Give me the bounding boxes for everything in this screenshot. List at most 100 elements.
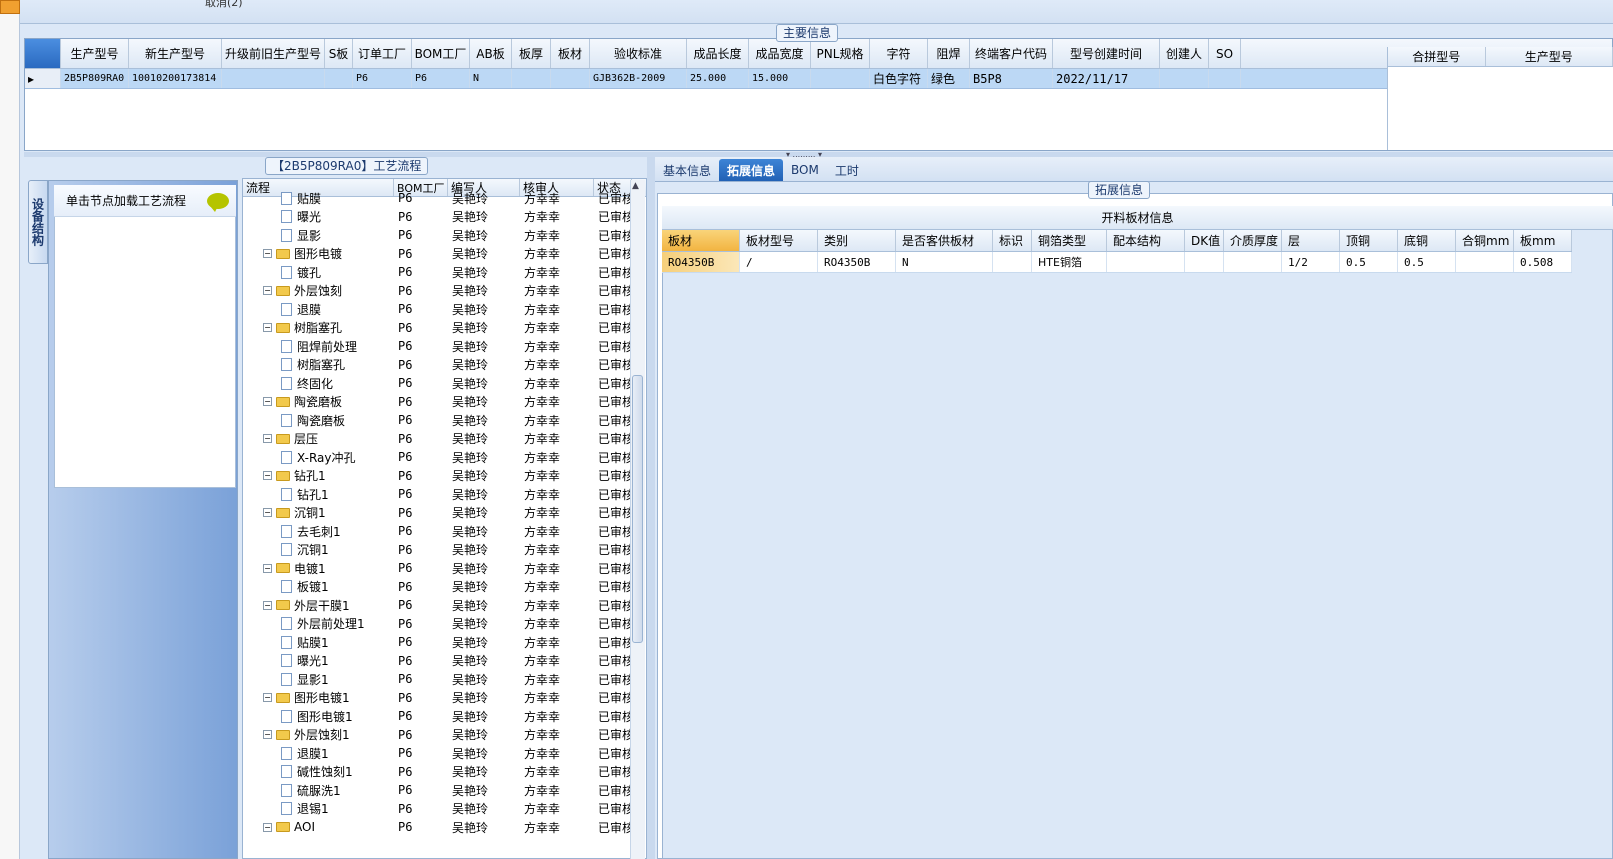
scroll-up-icon[interactable]: ▲	[632, 181, 639, 191]
main-col-header[interactable]: 新生产型号	[129, 39, 222, 68]
main-cell[interactable]: GJB362B-2009	[590, 69, 687, 88]
tree-node[interactable]: 硫脲洗1	[243, 781, 394, 800]
collapse-icon[interactable]: −	[263, 693, 272, 703]
tree-row[interactable]: 钻孔1 P6 吴艳玲 方幸幸 已审核	[243, 485, 646, 504]
tree-row[interactable]: 终固化 P6 吴艳玲 方幸幸 已审核	[243, 374, 646, 393]
cut-col-header[interactable]: 层	[1282, 230, 1340, 251]
tree-node[interactable]: X-Ray冲孔	[243, 448, 394, 467]
tree-node[interactable]: − 外层蚀刻1	[243, 726, 394, 745]
main-cell[interactable]: 2022/11/17	[1053, 69, 1160, 88]
cut-col-header[interactable]: 板材	[662, 230, 740, 251]
main-col-header[interactable]: 字符	[870, 39, 928, 68]
tree-row[interactable]: 沉铜1 P6 吴艳玲 方幸幸 已审核	[243, 541, 646, 560]
tab-2[interactable]: BOM	[783, 159, 827, 181]
cut-col-header[interactable]: 顶铜	[1340, 230, 1398, 251]
tree-node[interactable]: 图形电镀1	[243, 707, 394, 726]
tree-row[interactable]: − 陶瓷磨板 P6 吴艳玲 方幸幸 已审核	[243, 393, 646, 412]
main-grid-row[interactable]: ▸ 2B5P809RA0 10010200173814 P6 P6 N GJB362B-20…	[25, 69, 1612, 89]
tree-row[interactable]: 碱性蚀刻1 P6 吴艳玲 方幸幸 已审核	[243, 763, 646, 782]
cut-cell[interactable]: 0.5	[1340, 252, 1398, 272]
tree-row[interactable]: 镀孔 P6 吴艳玲 方幸幸 已审核	[243, 263, 646, 282]
main-cell[interactable]: B5P8	[970, 69, 1053, 88]
tree-node[interactable]: 板镀1	[243, 578, 394, 597]
tree-node[interactable]: 陶瓷磨板	[243, 411, 394, 430]
tree-row[interactable]: 贴膜 P6 吴艳玲 方幸幸 已审核	[243, 189, 646, 208]
main-col-header[interactable]: 板材	[551, 39, 590, 68]
cut-cell[interactable]	[1224, 252, 1282, 272]
main-cell[interactable]: N	[470, 69, 512, 88]
cut-col-header[interactable]: 板mm	[1514, 230, 1572, 251]
cut-cell[interactable]: 0.508	[1514, 252, 1572, 272]
tree-row[interactable]: 图形电镀1 P6 吴艳玲 方幸幸 已审核	[243, 707, 646, 726]
tree-row[interactable]: − 外层蚀刻 P6 吴艳玲 方幸幸 已审核	[243, 282, 646, 301]
tree-node[interactable]: 显影	[243, 226, 394, 245]
cut-col-header[interactable]: 板材型号	[740, 230, 818, 251]
tree-node[interactable]: − 图形电镀	[243, 245, 394, 264]
tree-node[interactable]: 钻孔1	[243, 485, 394, 504]
main-col-header[interactable]: PNL规格	[811, 39, 870, 68]
tree-row[interactable]: − 层压 P6 吴艳玲 方幸幸 已审核	[243, 430, 646, 449]
main-col-header[interactable]: 阻焊	[928, 39, 970, 68]
collapse-icon[interactable]: −	[263, 563, 272, 573]
vertical-splitter[interactable]	[647, 157, 655, 859]
tree-node[interactable]: 终固化	[243, 374, 394, 393]
main-col-header[interactable]: AB板	[470, 39, 512, 68]
main-cell[interactable]	[512, 69, 551, 88]
main-cell[interactable]	[1160, 69, 1209, 88]
cut-col-header[interactable]: 介质厚度	[1224, 230, 1282, 251]
tree-node[interactable]: − 树脂塞孔	[243, 319, 394, 338]
cut-cell[interactable]: N	[896, 252, 993, 272]
tree-row[interactable]: 硫脲洗1 P6 吴艳玲 方幸幸 已审核	[243, 781, 646, 800]
main-cell[interactable]: 25.000	[687, 69, 749, 88]
side-tab-equipment[interactable]: 设备结构	[28, 180, 48, 264]
tree-row[interactable]: 贴膜1 P6 吴艳玲 方幸幸 已审核	[243, 633, 646, 652]
tree-node[interactable]: 退锡1	[243, 800, 394, 819]
tree-row[interactable]: 去毛刺1 P6 吴艳玲 方幸幸 已审核	[243, 522, 646, 541]
grid-corner[interactable]	[25, 39, 61, 68]
tree-node[interactable]: 显影1	[243, 670, 394, 689]
tree-node[interactable]: 贴膜1	[243, 633, 394, 652]
main-col-header[interactable]: SO	[1209, 39, 1241, 68]
main-col-header[interactable]: 验收标准	[590, 39, 687, 68]
tree-row[interactable]: − 沉铜1 P6 吴艳玲 方幸幸 已审核	[243, 504, 646, 523]
cut-material-row[interactable]: RO4350B / RO4350B N HTE铜箔 1/2 0.5 0.5 0.508	[662, 252, 1572, 273]
main-cell[interactable]: 绿色	[928, 69, 970, 88]
tree-row[interactable]: 退膜 P6 吴艳玲 方幸幸 已审核	[243, 300, 646, 319]
tree-row[interactable]: 树脂塞孔 P6 吴艳玲 方幸幸 已审核	[243, 356, 646, 375]
cut-col-header[interactable]: 是否客供板材	[896, 230, 993, 251]
tree-scroll-thumb[interactable]	[632, 375, 643, 643]
main-col-header[interactable]: 终端客户代码	[970, 39, 1053, 68]
tree-row[interactable]: 曝光1 P6 吴艳玲 方幸幸 已审核	[243, 652, 646, 671]
cancel-button[interactable]: 取消(2)	[205, 0, 243, 10]
main-col-header[interactable]: 生产型号	[61, 39, 129, 68]
main-col-header[interactable]: 型号创建时间	[1053, 39, 1160, 68]
main-col-header[interactable]: 板厚	[512, 39, 551, 68]
collapse-icon[interactable]: −	[263, 508, 272, 518]
tree-node[interactable]: 退膜	[243, 300, 394, 319]
main-col-header[interactable]: S板	[325, 39, 353, 68]
cut-col-header[interactable]: 类别	[818, 230, 896, 251]
tree-row[interactable]: 外层前处理1 P6 吴艳玲 方幸幸 已审核	[243, 615, 646, 634]
tree-node[interactable]: 镀孔	[243, 263, 394, 282]
tree-row[interactable]: 显影1 P6 吴艳玲 方幸幸 已审核	[243, 670, 646, 689]
tree-node[interactable]: 贴膜	[243, 189, 394, 208]
cut-cell[interactable]: HTE铜箔	[1032, 252, 1107, 272]
tree-node[interactable]: 外层前处理1	[243, 615, 394, 634]
cut-cell[interactable]: /	[740, 252, 818, 272]
cut-col-header[interactable]: 配本结构	[1107, 230, 1185, 251]
collapse-icon[interactable]: −	[263, 286, 272, 296]
merge-col-header[interactable]: 生产型号	[1486, 47, 1613, 66]
main-cell[interactable]	[1209, 69, 1241, 88]
tab-3[interactable]: 工时	[827, 159, 867, 181]
main-col-header[interactable]: 成品长度	[687, 39, 749, 68]
tree-row[interactable]: 显影 P6 吴艳玲 方幸幸 已审核	[243, 226, 646, 245]
tree-node[interactable]: − 外层蚀刻	[243, 282, 394, 301]
tree-row[interactable]: 板镀1 P6 吴艳玲 方幸幸 已审核	[243, 578, 646, 597]
main-cell[interactable]	[551, 69, 590, 88]
tree-row[interactable]: − 电镀1 P6 吴艳玲 方幸幸 已审核	[243, 559, 646, 578]
cut-col-header[interactable]: 底铜	[1398, 230, 1456, 251]
tree-row[interactable]: 退锡1 P6 吴艳玲 方幸幸 已审核	[243, 800, 646, 819]
tab-1[interactable]: 拓展信息	[719, 159, 784, 181]
collapse-icon[interactable]: −	[263, 730, 272, 740]
tree-node[interactable]: − 陶瓷磨板	[243, 393, 394, 412]
